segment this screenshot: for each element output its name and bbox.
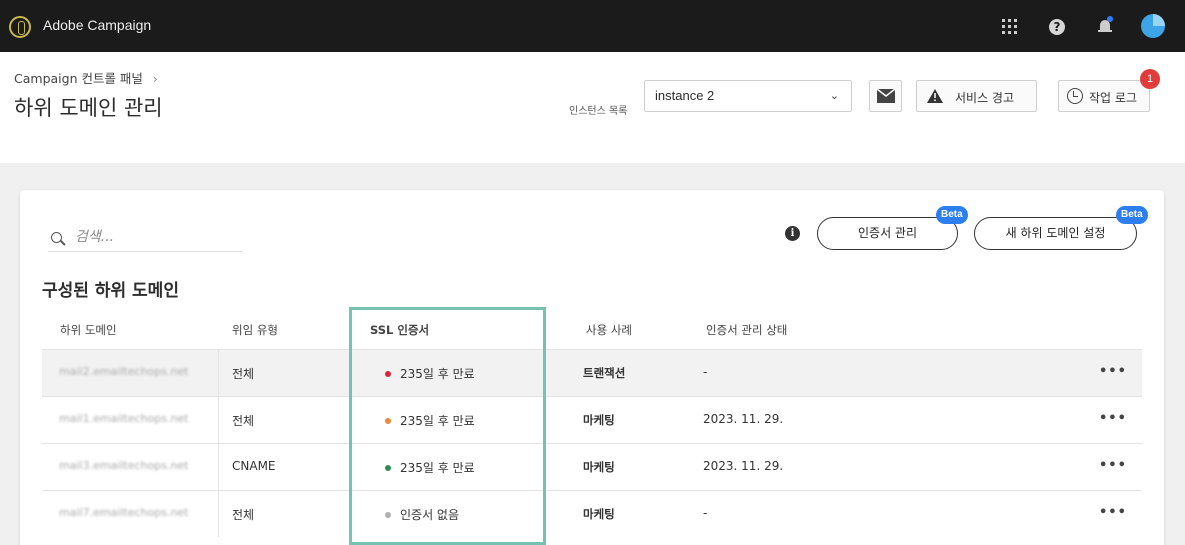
chevron-right-icon: ›: [152, 71, 158, 86]
cert-status: 2023. 11. 29.: [703, 412, 784, 426]
job-log-button[interactable]: 작업 로그: [1058, 80, 1150, 112]
breadcrumb[interactable]: Campaign 컨트롤 패널 ›: [14, 68, 158, 87]
subdomain-name: mail1.emailtechops.net: [59, 412, 189, 425]
breadcrumb-link[interactable]: Campaign 컨트롤 패널: [14, 71, 143, 86]
instance-value: instance 2: [655, 88, 715, 103]
column-header-use-case[interactable]: 사용 사례: [586, 322, 632, 338]
column-header-cert-status[interactable]: 인증서 관리 상태: [706, 322, 787, 338]
use-case: 마케팅: [583, 413, 615, 427]
subdomain-name: mail3.emailtechops.net: [59, 459, 189, 472]
instance-select[interactable]: instance 2 ⌄: [644, 80, 852, 112]
column-header-subdomain[interactable]: 하위 도메인: [60, 322, 117, 338]
service-alert-label: 서비스 경고: [955, 91, 1015, 105]
search-placeholder: 검색...: [75, 229, 115, 245]
bell-icon[interactable]: [1098, 16, 1113, 35]
notification-badge: 1: [1140, 69, 1160, 89]
column-header-delegation[interactable]: 위임 유형: [232, 322, 278, 338]
instance-label: 인스턴스 목록: [569, 106, 628, 117]
more-options-icon[interactable]: •••: [1099, 364, 1127, 379]
top-bar: Adobe Campaign ?: [0, 0, 1185, 52]
table-row[interactable]: mail2.emailtechops.net 전체 235일 후 만료 트랜잭션…: [42, 349, 1142, 396]
info-icon[interactable]: i: [785, 226, 800, 241]
app-title[interactable]: Adobe Campaign: [43, 17, 151, 33]
delegation-type: 전체: [232, 414, 255, 428]
mail-icon: [877, 89, 895, 103]
use-case: 트랜잭션: [583, 366, 626, 380]
job-log-label: 작업 로그: [1089, 91, 1137, 105]
new-subdomain-button[interactable]: 새 하위 도메인 설정: [974, 217, 1137, 250]
beta-badge: Beta: [1116, 206, 1148, 224]
table-row[interactable]: mail7.emailtechops.net 전체 인증서 없음 마케팅 - •…: [42, 490, 1142, 537]
help-icon[interactable]: ?: [1049, 19, 1065, 35]
subdomain-card: 검색... i 인증서 관리 새 하위 도메인 설정 Beta Beta 구성된…: [20, 190, 1164, 545]
search-icon: [51, 232, 62, 243]
delegation-type: CNAME: [232, 459, 276, 473]
use-case: 마케팅: [583, 507, 615, 521]
adobe-campaign-logo-icon[interactable]: [9, 16, 31, 38]
beta-badge: Beta: [936, 206, 968, 224]
section-title: 구성된 하위 도메인: [42, 281, 179, 301]
more-options-icon[interactable]: •••: [1099, 458, 1127, 473]
use-case: 마케팅: [583, 460, 615, 474]
page-title: 하위 도메인 관리: [14, 96, 163, 120]
delegation-type: 전체: [232, 367, 255, 381]
history-icon: [1067, 88, 1083, 104]
email-button[interactable]: [869, 80, 902, 112]
ssl-column-highlight: [349, 307, 546, 545]
chevron-down-icon: ⌄: [829, 89, 839, 102]
more-options-icon[interactable]: •••: [1099, 411, 1127, 426]
search-input[interactable]: 검색...: [48, 220, 242, 252]
cert-status: 2023. 11. 29.: [703, 459, 784, 473]
table-row[interactable]: mail3.emailtechops.net CNAME 235일 후 만료 마…: [42, 443, 1142, 490]
apps-grid-icon[interactable]: [1002, 19, 1017, 34]
subdomain-name: mail2.emailtechops.net: [59, 365, 189, 378]
cert-status: -: [703, 365, 708, 379]
page-header: Campaign 컨트롤 패널 › 하위 도메인 관리 인스턴스 목록 inst…: [0, 52, 1185, 163]
delegation-type: 전체: [232, 508, 255, 522]
avatar[interactable]: [1141, 14, 1165, 38]
cert-status: -: [703, 506, 708, 520]
subdomain-name: mail7.emailtechops.net: [59, 506, 189, 519]
certificate-management-button[interactable]: 인증서 관리: [817, 217, 958, 250]
service-alert-button[interactable]: 서비스 경고: [916, 80, 1037, 112]
warning-icon: [927, 89, 943, 103]
table-row[interactable]: mail1.emailtechops.net 전체 235일 후 만료 마케팅 …: [42, 396, 1142, 443]
more-options-icon[interactable]: •••: [1099, 505, 1127, 520]
